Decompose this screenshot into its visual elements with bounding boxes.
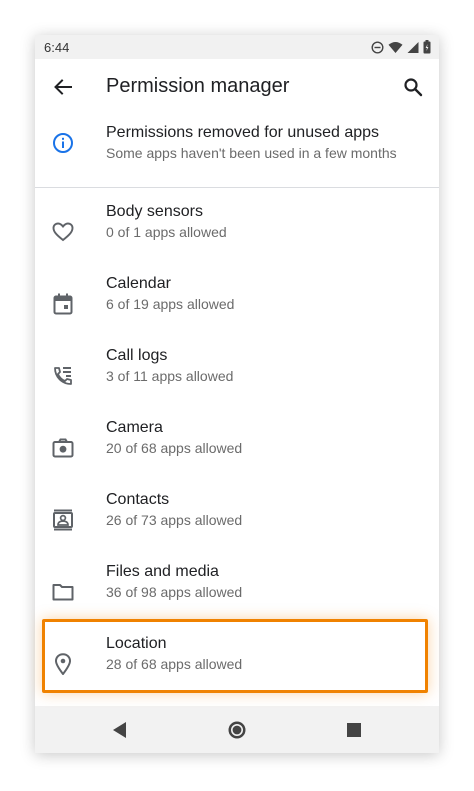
back-triangle-icon	[113, 722, 126, 738]
permission-call-logs[interactable]: Call logs 3 of 11 apps allowed	[35, 340, 439, 412]
signal-icon	[407, 41, 419, 54]
nav-recents-button[interactable]	[342, 718, 366, 742]
recents-square-icon	[347, 723, 361, 737]
permission-summary: 6 of 19 apps allowed	[106, 296, 235, 312]
battery-icon	[423, 40, 431, 54]
heart-icon	[51, 220, 75, 244]
contacts-icon	[51, 508, 75, 532]
unused-apps-banner[interactable]: Permissions removed for unused apps Some…	[35, 117, 439, 187]
permission-summary: 3 of 11 apps allowed	[106, 368, 234, 384]
banner-title: Permissions removed for unused apps	[106, 124, 380, 141]
permission-calendar[interactable]: Calendar 6 of 19 apps allowed	[35, 268, 439, 340]
permission-label: Call logs	[106, 347, 168, 364]
nav-home-button[interactable]	[225, 718, 249, 742]
permission-label: Camera	[106, 419, 163, 436]
back-button[interactable]	[49, 73, 77, 101]
do-not-disturb-icon	[371, 40, 384, 54]
status-time: 6:44	[44, 40, 70, 55]
permission-body-sensors[interactable]: Body sensors 0 of 1 apps allowed	[35, 196, 439, 268]
permission-camera[interactable]: Camera 20 of 68 apps allowed	[35, 412, 439, 484]
system-nav-bar	[35, 706, 439, 753]
folder-icon	[51, 580, 75, 604]
location-pin-icon	[51, 652, 75, 676]
permission-summary: 36 of 98 apps allowed	[106, 584, 243, 600]
permission-label: Contacts	[106, 491, 170, 508]
nav-back-button[interactable]	[108, 718, 132, 742]
status-bar: 6:44	[35, 35, 439, 59]
permission-location[interactable]: Location 28 of 68 apps allowed	[35, 628, 439, 700]
permission-summary: 0 of 1 apps allowed	[106, 224, 227, 240]
arrow-back-icon	[54, 79, 72, 95]
permission-summary: 20 of 68 apps allowed	[106, 440, 243, 456]
wifi-icon	[388, 41, 403, 54]
search-button[interactable]	[399, 73, 427, 101]
list-divider	[35, 187, 439, 188]
permission-summary: 26 of 73 apps allowed	[106, 512, 243, 528]
permission-label: Calendar	[106, 275, 171, 292]
call-log-icon	[51, 364, 75, 388]
camera-icon	[51, 436, 75, 460]
calendar-icon	[51, 292, 75, 316]
status-icons	[371, 40, 431, 54]
permission-contacts[interactable]: Contacts 26 of 73 apps allowed	[35, 484, 439, 556]
info-icon	[51, 131, 75, 155]
home-circle-icon	[228, 721, 246, 739]
permission-label: Files and media	[106, 563, 219, 580]
banner-subtitle: Some apps haven't been used in a few mon…	[106, 145, 397, 161]
permission-label: Location	[106, 635, 167, 652]
permission-summary: 28 of 68 apps allowed	[106, 656, 243, 672]
permission-files-and-media[interactable]: Files and media 36 of 98 apps allowed	[35, 556, 439, 628]
permission-list: Permissions removed for unused apps Some…	[35, 124, 439, 700]
phone-screen: 6:44 Permission manager Permissions remo…	[35, 35, 439, 753]
app-bar: Permission manager	[35, 59, 439, 115]
page-title: Permission manager	[106, 75, 290, 97]
permission-label: Body sensors	[106, 203, 203, 220]
search-icon	[404, 78, 423, 97]
